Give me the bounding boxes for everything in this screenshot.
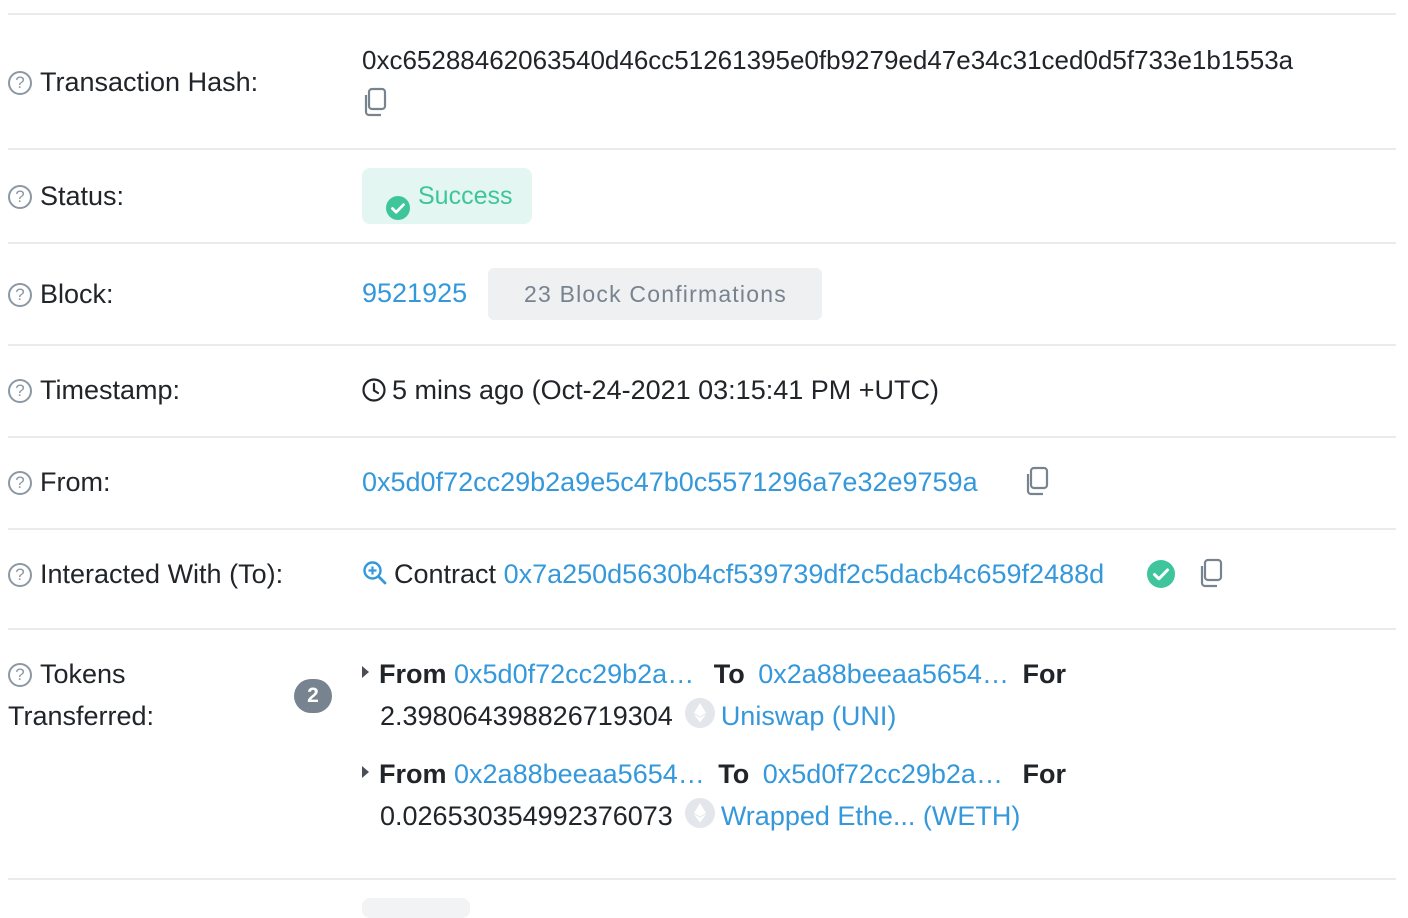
divider: [8, 528, 1396, 530]
label-text: Transaction Hash:: [40, 67, 259, 97]
help-icon[interactable]: ?: [8, 283, 32, 307]
transfer-to-link[interactable]: 0x2a88beeaa5654…: [758, 659, 1009, 689]
timestamp-value: 5 mins ago (Oct-24-2021 03:15:41 PM +UTC…: [362, 372, 939, 411]
timestamp-label: ? Timestamp:: [8, 369, 180, 411]
token-transfer-amount: 2.398064398826719304 Uniswap (UNI): [380, 698, 896, 737]
help-icon[interactable]: ?: [8, 71, 32, 95]
help-icon[interactable]: ?: [8, 185, 32, 209]
block-number-link[interactable]: 9521925: [362, 275, 467, 311]
token-logo-icon: [684, 698, 715, 737]
transfer-from-link[interactable]: 0x2a88beeaa5654…: [454, 759, 705, 789]
divider: [8, 878, 1396, 880]
token-transfer-row: From 0x5d0f72cc29b2a… To 0x2a88beeaa5654…: [362, 656, 1066, 692]
from-word: From: [379, 659, 447, 689]
token-name-link[interactable]: Wrapped Ethe... (WETH): [721, 801, 1021, 831]
divider: [8, 436, 1396, 438]
help-icon[interactable]: ?: [8, 663, 32, 687]
divider: [8, 13, 1396, 15]
label-text: Interacted With (To):: [40, 559, 284, 589]
label-text: Status:: [40, 181, 125, 211]
block-label: ? Block:: [8, 273, 114, 315]
interacted-with-value: Contract 0x7a250d5630b4cf539739df2c5dacb…: [362, 556, 1104, 595]
transfer-amount: 2.398064398826719304: [380, 701, 673, 731]
clock-icon: [362, 375, 386, 411]
divider: [8, 148, 1396, 150]
transfer-amount: 0.026530354992376073: [380, 801, 673, 831]
copy-icon[interactable]: [1198, 558, 1224, 593]
transfer-to-link[interactable]: 0x5d0f72cc29b2a…: [763, 759, 1003, 789]
token-transfer-amount: 0.026530354992376073 Wrapped Ethe... (WE…: [380, 798, 1020, 837]
check-circle-icon: [386, 184, 410, 240]
label-text: Transferred:: [8, 701, 155, 731]
status-label: ? Status:: [8, 175, 124, 217]
from-word: From: [379, 759, 447, 789]
transaction-hash-value: 0xc65288462063540d46cc51261395e0fb9279ed…: [362, 45, 1294, 75]
caret-right-icon[interactable]: [362, 766, 369, 778]
copy-icon[interactable]: [362, 87, 388, 122]
caret-right-icon[interactable]: [362, 666, 369, 678]
next-row-placeholder: [362, 898, 470, 918]
to-word: To: [718, 759, 750, 789]
status-badge: Success: [362, 168, 532, 224]
interacted-with-label: ? Interacted With (To):: [8, 553, 283, 595]
tokens-transferred-label: ? Tokens Transferred:: [8, 653, 154, 737]
contract-prefix: Contract: [394, 559, 497, 589]
transfer-from-link[interactable]: 0x5d0f72cc29b2a…: [454, 659, 694, 689]
to-word: To: [713, 659, 745, 689]
contract-address-link[interactable]: 0x7a250d5630b4cf539739df2c5dacb4c659f248…: [504, 559, 1105, 589]
divider: [8, 344, 1396, 346]
label-text: From:: [40, 467, 111, 497]
help-icon[interactable]: ?: [8, 379, 32, 403]
divider: [8, 628, 1396, 630]
zoom-search-icon[interactable]: [362, 559, 388, 595]
help-icon[interactable]: ?: [8, 471, 32, 495]
token-transfer-row: From 0x2a88beeaa5654… To 0x5d0f72cc29b2a…: [362, 756, 1066, 792]
transaction-hash-label: ? Transaction Hash:: [8, 61, 258, 103]
copy-icon[interactable]: [1024, 466, 1050, 501]
label-text: Tokens: [40, 659, 126, 689]
token-name-link[interactable]: Uniswap (UNI): [721, 701, 897, 731]
for-word: For: [1022, 659, 1066, 689]
block-confirmations-badge: 23 Block Confirmations: [488, 268, 822, 320]
label-text: Timestamp:: [40, 375, 181, 405]
verified-check-icon: [1147, 560, 1175, 593]
status-text: Success: [418, 182, 513, 210]
for-word: For: [1022, 759, 1066, 789]
timestamp-text: 5 mins ago (Oct-24-2021 03:15:41 PM +UTC…: [392, 375, 940, 405]
help-icon[interactable]: ?: [8, 563, 32, 587]
label-text: Block:: [40, 279, 114, 309]
token-logo-icon: [684, 798, 715, 837]
from-label: ? From:: [8, 461, 111, 503]
divider: [8, 242, 1396, 244]
from-address-link[interactable]: 0x5d0f72cc29b2a9e5c47b0c5571296a7e32e975…: [362, 464, 978, 500]
token-count-badge: 2: [294, 679, 332, 713]
